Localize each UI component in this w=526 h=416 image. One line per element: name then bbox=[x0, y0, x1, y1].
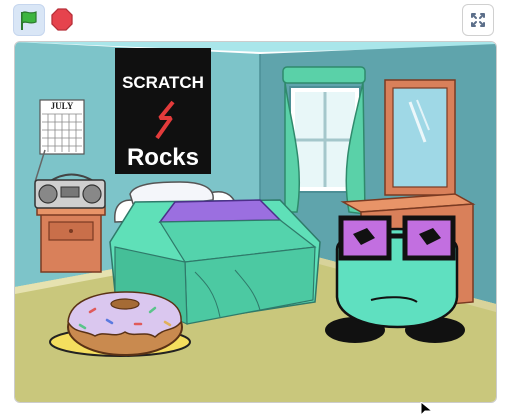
green-flag-button[interactable] bbox=[13, 4, 45, 36]
stop-button[interactable] bbox=[46, 4, 78, 36]
stage-canvas[interactable]: JULY SCRATCH Rocks bbox=[15, 42, 496, 402]
green-flag-icon bbox=[21, 11, 37, 30]
glasses-character-sprite[interactable] bbox=[325, 215, 465, 343]
stage[interactable]: JULY SCRATCH Rocks bbox=[14, 41, 497, 403]
stop-icon bbox=[51, 8, 73, 31]
window bbox=[282, 66, 366, 215]
calendar-month: JULY bbox=[51, 101, 74, 111]
nightstand bbox=[36, 205, 106, 273]
mirror bbox=[384, 79, 456, 196]
fullscreen-icon bbox=[471, 13, 485, 27]
poster-subtitle: Rocks bbox=[127, 144, 199, 171]
poster: SCRATCH Rocks bbox=[115, 48, 211, 174]
calendar: JULY bbox=[39, 99, 85, 155]
curtain-valance bbox=[282, 66, 366, 84]
poster-title: SCRATCH bbox=[122, 73, 204, 92]
fullscreen-button[interactable] bbox=[462, 4, 494, 36]
